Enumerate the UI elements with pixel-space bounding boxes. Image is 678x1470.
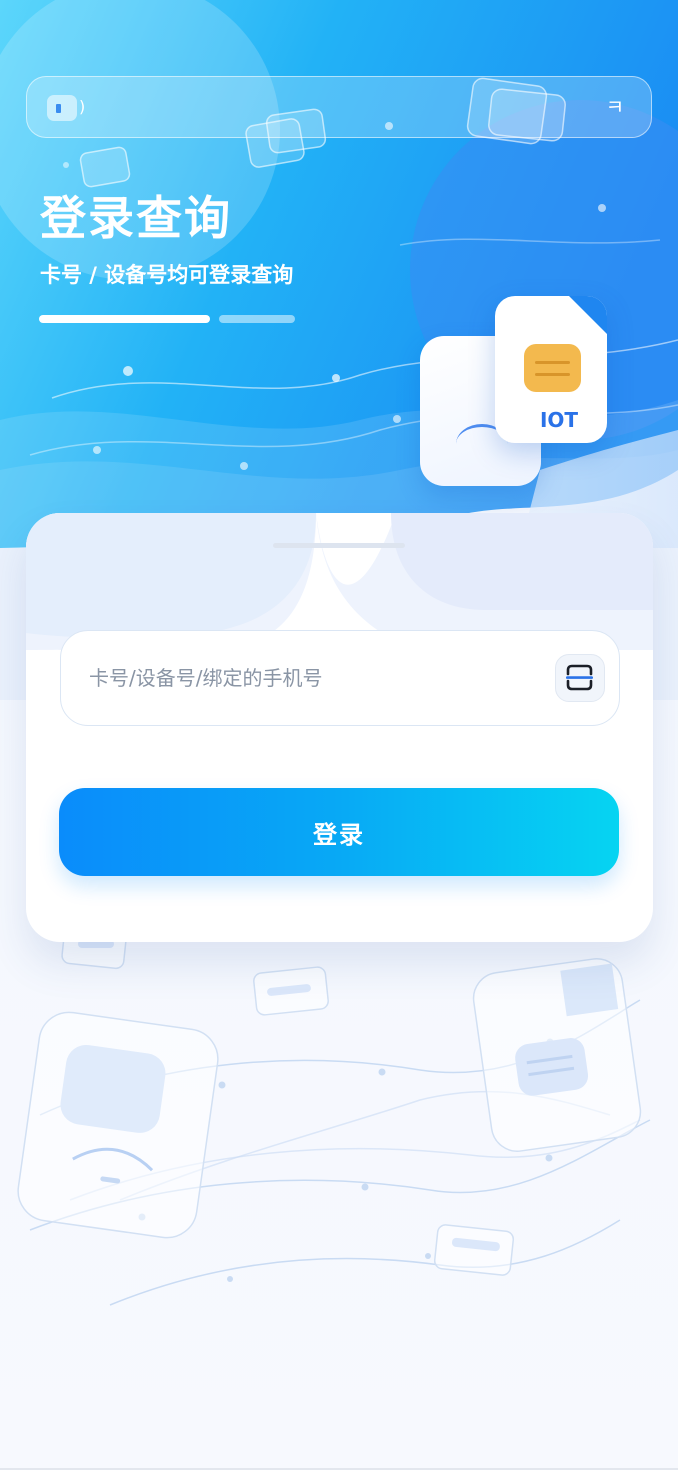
scan-button[interactable]: [555, 654, 605, 702]
lower-art: [17, 926, 651, 1306]
account-input[interactable]: [89, 631, 539, 724]
card-corner: [569, 296, 607, 334]
signal-icon[interactable]: [47, 95, 77, 121]
login-button[interactable]: 登录: [59, 788, 619, 876]
login-page: ) ㅋ 登录查询 卡号 / 设备号均可登录查询 IOT 卡号/设备号/绑定的手机…: [0, 0, 678, 1470]
iot-card-illustration: IOT: [495, 296, 607, 443]
topbar-left-mark: ): [79, 97, 86, 116]
top-bar: ) ㅋ: [26, 76, 652, 138]
page-title: 登录查询: [40, 191, 232, 245]
scan-icon: [566, 664, 593, 691]
menu-hook-icon[interactable]: ㅋ: [603, 93, 627, 121]
lower-background-art: [0, 900, 678, 1470]
chip-line: [535, 373, 570, 376]
chip-line: [535, 361, 570, 364]
account-field: [60, 630, 620, 726]
chip-icon: [524, 344, 581, 392]
login-card: 登录: [26, 513, 653, 942]
iot-label: IOT: [539, 408, 579, 432]
card-handle: [273, 543, 405, 548]
page-subtitle: 卡号 / 设备号均可登录查询: [40, 263, 294, 287]
title-underline-secondary: [219, 315, 295, 323]
title-underline-primary: [39, 315, 210, 323]
